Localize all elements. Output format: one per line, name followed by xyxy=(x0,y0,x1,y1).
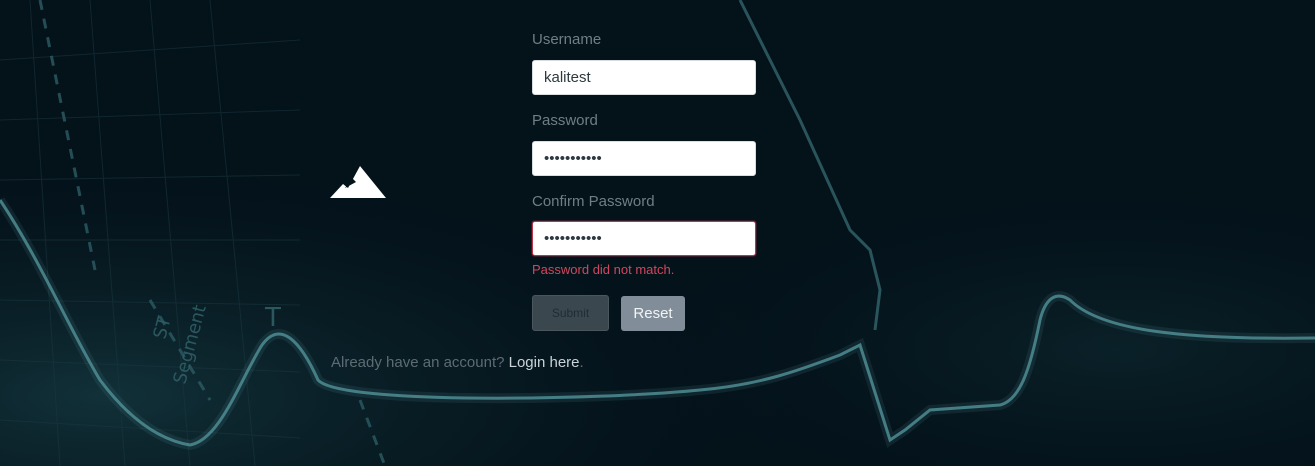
confirm-password-field[interactable] xyxy=(532,221,756,256)
mountain-icon xyxy=(330,166,386,198)
confirm-password-label: Confirm Password xyxy=(532,193,655,210)
login-prompt-period: . xyxy=(579,354,584,371)
svg-text:T: T xyxy=(264,303,281,333)
login-prompt-text: Already have an account? xyxy=(331,354,505,371)
login-prompt: Already have an account? Login here. xyxy=(331,354,584,371)
password-mismatch-error: Password did not match. xyxy=(532,262,675,277)
password-field[interactable] xyxy=(532,141,756,176)
login-link[interactable]: Login here xyxy=(509,354,580,371)
username-label: Username xyxy=(532,31,602,48)
password-label: Password xyxy=(532,112,598,129)
submit-button[interactable]: Submit xyxy=(532,295,609,331)
reset-button[interactable]: Reset xyxy=(621,296,685,331)
username-field[interactable] xyxy=(532,60,756,95)
